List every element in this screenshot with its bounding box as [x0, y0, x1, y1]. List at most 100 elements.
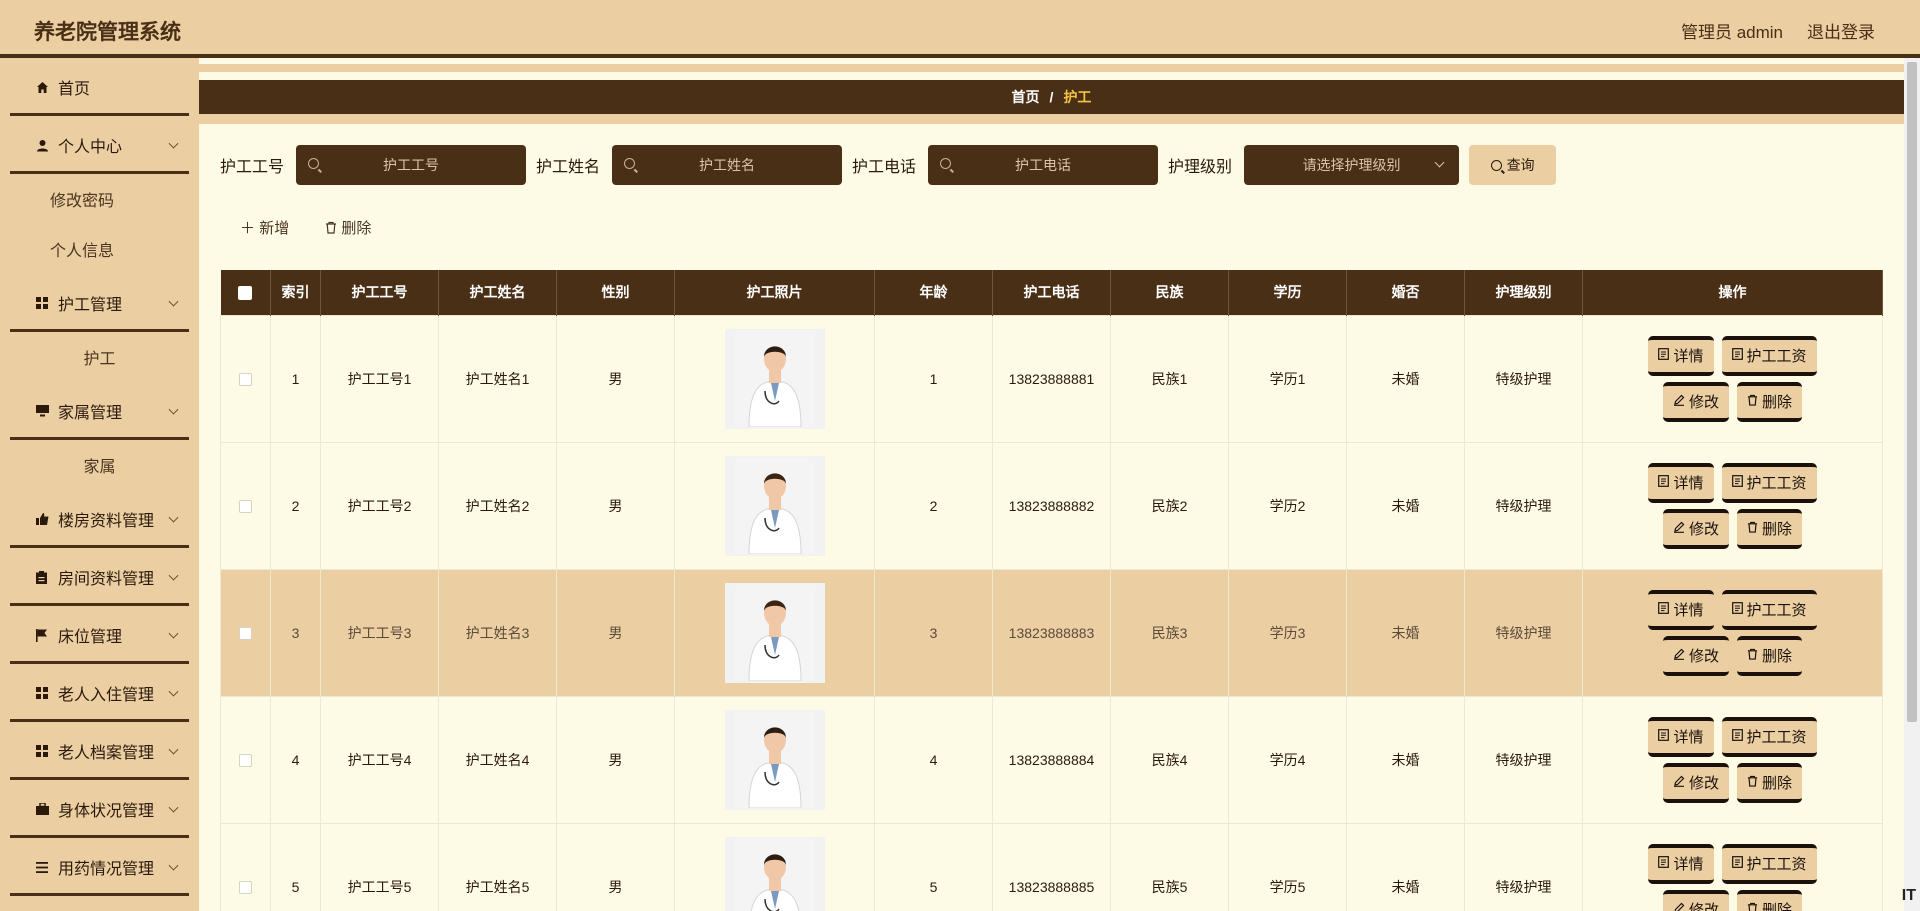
- cell-level: 特级护理: [1464, 441, 1583, 570]
- caregiver-photo[interactable]: [724, 328, 825, 429]
- cell-phone: 13823888885: [992, 822, 1111, 911]
- detail-button[interactable]: 详情: [1648, 589, 1714, 630]
- delete-button[interactable]: 删除: [1737, 762, 1803, 803]
- table-row[interactable]: 2 护工工号2 护工姓名2 男 2 13823888882 民族2 学历2 未婚 特级护理 详情 护工…: [220, 441, 1883, 570]
- row-actions: 详情 护工工资修改 删除: [1625, 335, 1840, 422]
- edit-button[interactable]: 修改: [1662, 381, 1729, 422]
- cell-married: 未婚: [1346, 568, 1465, 697]
- caregiver-photo[interactable]: [724, 836, 825, 911]
- edit-button-label: 修改: [1688, 521, 1719, 538]
- detail-button[interactable]: 详情: [1648, 462, 1714, 503]
- edit-icon: [1673, 393, 1685, 410]
- sidebar-item-medication-management[interactable]: 用药情况管理: [0, 838, 199, 896]
- row-actions: 详情 护工工资修改 删除: [1625, 716, 1840, 803]
- sidebar-item-room-management[interactable]: 房间资料管理: [0, 548, 199, 606]
- cell-photo: [674, 314, 875, 443]
- row-checkbox[interactable]: [239, 754, 252, 768]
- column-header: 操作: [1582, 270, 1883, 315]
- caregiver-photo[interactable]: [724, 582, 825, 683]
- row-checkbox[interactable]: [239, 881, 252, 895]
- search-form: 护工工号 护工工号 护工姓名 护工姓名 护工电话 护工电话 护理级别 请选择护理…: [220, 145, 1557, 185]
- cell-operations: 详情 护工工资修改 删除: [1582, 314, 1883, 443]
- cell-name: 护工姓名3: [438, 568, 557, 697]
- wage-button[interactable]: 护工工资: [1721, 843, 1817, 884]
- cell-operations: 详情 护工工资修改 删除: [1582, 822, 1883, 911]
- column-header: 民族: [1110, 270, 1229, 315]
- batch-delete-button[interactable]: 删除: [325, 217, 371, 238]
- edit-button[interactable]: 修改: [1662, 635, 1729, 676]
- detail-button[interactable]: 详情: [1648, 716, 1714, 757]
- care-level-select[interactable]: 请选择护理级别: [1244, 145, 1460, 185]
- caregiver-phone-label: 护工电话: [852, 159, 917, 176]
- sidebar-item-checkin-management[interactable]: 老人入住管理: [0, 664, 199, 722]
- edit-button[interactable]: 修改: [1662, 508, 1729, 549]
- sidebar-item-family-management[interactable]: 家属管理: [0, 382, 199, 440]
- add-button[interactable]: ＋ 新增: [240, 217, 289, 238]
- sidebar-item-home[interactable]: 首页: [0, 58, 199, 116]
- grid-icon: [36, 297, 58, 309]
- wage-button[interactable]: 护工工资: [1721, 716, 1817, 757]
- breadcrumb-home[interactable]: 首页: [1012, 87, 1040, 107]
- logout-link[interactable]: 退出登录: [1807, 18, 1875, 43]
- sidebar-item-bed-management[interactable]: 床位管理: [0, 606, 199, 664]
- caregiver-photo[interactable]: [724, 709, 825, 810]
- care-level-placeholder: 请选择护理级别: [1302, 157, 1401, 173]
- delete-button[interactable]: 删除: [1737, 508, 1803, 549]
- document-icon: [1731, 474, 1743, 491]
- sidebar-item-caregiver-management[interactable]: 护工管理: [0, 274, 199, 332]
- edit-icon: [1673, 520, 1685, 537]
- cell-name: 护工姓名4: [438, 695, 557, 824]
- cell-index: 5: [270, 822, 321, 911]
- caregiver-name-input[interactable]: 护工姓名: [612, 145, 843, 185]
- cell-index: 1: [270, 314, 321, 443]
- chevron-down-icon: [1434, 157, 1445, 168]
- table-row[interactable]: 5 护工工号5 护工姓名5 男 5 13823888885 民族5 学历5 未婚 特级护理 详情 护工…: [220, 822, 1883, 911]
- edit-button[interactable]: 修改: [1662, 889, 1729, 911]
- caregiver-name-placeholder: 护工姓名: [699, 157, 756, 173]
- row-checkbox[interactable]: [239, 627, 252, 641]
- vertical-scrollbar[interactable]: [1904, 58, 1920, 911]
- sidebar-subitem-caregiver[interactable]: 护工: [0, 332, 199, 382]
- document-icon: [1731, 728, 1743, 745]
- query-button-label: 查询: [1506, 157, 1535, 173]
- search-icon: [624, 158, 636, 169]
- sidebar-item-personal-center[interactable]: 个人中心: [0, 116, 199, 174]
- column-header: 护工照片: [674, 270, 875, 315]
- table-row[interactable]: 3 护工工号3 护工姓名3 男 3 13823888883 民族3 学历3 未婚 特级护理 详情 护工…: [220, 568, 1883, 697]
- wage-button[interactable]: 护工工资: [1721, 589, 1817, 630]
- select-all-checkbox[interactable]: [238, 286, 253, 301]
- delete-button[interactable]: 删除: [1737, 381, 1803, 422]
- sidebar-item-building-management[interactable]: 楼房资料管理: [0, 490, 199, 548]
- caregiver-phone-placeholder: 护工电话: [1015, 157, 1072, 173]
- caregiver-id-input[interactable]: 护工工号: [296, 145, 527, 185]
- detail-button[interactable]: 详情: [1648, 843, 1714, 884]
- sidebar-subitem-change-password[interactable]: 修改密码: [0, 174, 199, 224]
- sidebar-subitem-family[interactable]: 家属: [0, 440, 199, 490]
- query-button[interactable]: 查询: [1469, 145, 1557, 185]
- sidebar-item-label: 护工管理: [58, 297, 123, 314]
- sidebar-item-archive-management[interactable]: 老人档案管理: [0, 722, 199, 780]
- delete-button[interactable]: 删除: [1737, 889, 1803, 911]
- scrollbar-thumb[interactable]: [1907, 62, 1917, 722]
- table-row[interactable]: 4 护工工号4 护工姓名4 男 4 13823888884 民族4 学历4 未婚 特级护理 详情 护工…: [220, 695, 1883, 824]
- detail-button[interactable]: 详情: [1648, 335, 1714, 376]
- caregiver-phone-input[interactable]: 护工电话: [928, 145, 1159, 185]
- sidebar-subitem-personal-info[interactable]: 个人信息: [0, 224, 199, 274]
- wage-button-label: 护工工资: [1746, 602, 1807, 619]
- wage-button[interactable]: 护工工资: [1721, 462, 1817, 503]
- column-header: 年龄: [874, 270, 993, 315]
- edit-button[interactable]: 修改: [1662, 762, 1729, 803]
- caregiver-photo[interactable]: [724, 455, 825, 556]
- table-row[interactable]: 1 护工工号1 护工姓名1 男 1 13823888881 民族1 学历1 未婚 特级护理 详情 护工…: [220, 314, 1883, 443]
- cell-age: 4: [874, 695, 993, 824]
- document-icon: [1731, 347, 1743, 364]
- delete-button[interactable]: 删除: [1737, 635, 1803, 676]
- menu-icon: [36, 861, 58, 873]
- document-icon: [1658, 601, 1670, 618]
- admin-label[interactable]: 管理员 admin: [1681, 18, 1783, 43]
- row-checkbox[interactable]: [239, 373, 252, 387]
- sidebar-item-health-management[interactable]: 身体状况管理: [0, 780, 199, 838]
- wage-button[interactable]: 护工工资: [1721, 335, 1817, 376]
- cell-gender: 男: [556, 314, 675, 443]
- row-checkbox[interactable]: [239, 500, 252, 514]
